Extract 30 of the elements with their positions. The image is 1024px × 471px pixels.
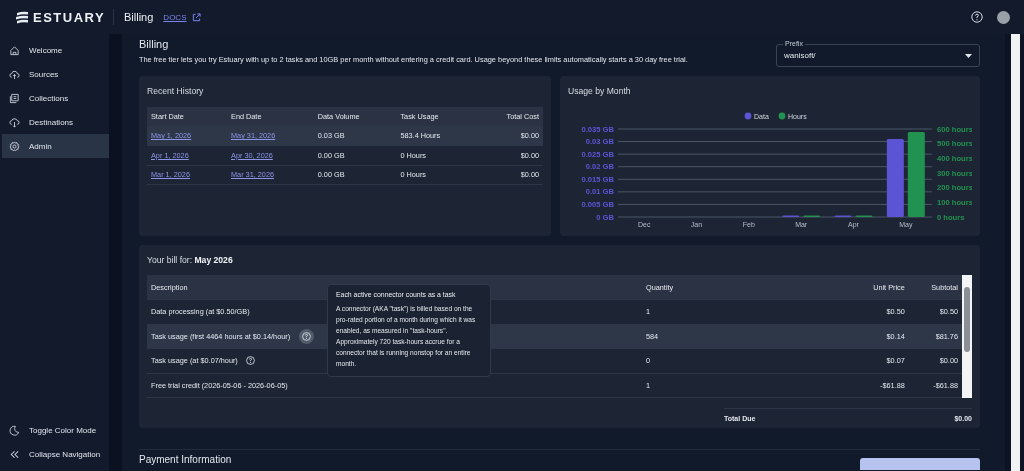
page-heading: Billing [124, 11, 154, 23]
logo-wordmark: ESTUARY [33, 9, 106, 25]
sidebar-action[interactable]: Toggle Color Mode [2, 418, 109, 442]
scrollbar[interactable] [962, 275, 972, 398]
avatar[interactable] [997, 10, 1010, 24]
cloud-download-icon [9, 116, 20, 128]
sidebar-item[interactable]: Destinations [2, 110, 109, 134]
card-title: Usage by Month [568, 86, 632, 96]
double-chevron-left-icon [9, 448, 20, 460]
card-title: Your bill for: May 2026 [147, 255, 234, 265]
moon-icon [9, 424, 20, 436]
help-icon[interactable] [299, 328, 315, 344]
section-title: Payment Information [139, 454, 232, 465]
logo-icon [15, 10, 29, 24]
help-icon[interactable] [971, 11, 983, 23]
section-title: Billing [139, 38, 170, 50]
dropdown-caret-icon [965, 53, 972, 58]
sidebar-item[interactable]: Welcome [2, 38, 109, 62]
page-scrollbar[interactable] [1005, 34, 1024, 471]
home-icon [9, 44, 20, 56]
cloud-upload-icon [9, 68, 20, 80]
docs-link[interactable]: DOCS [163, 12, 187, 22]
sidebar-item[interactable]: Sources [2, 62, 109, 86]
sidebar-item[interactable]: Admin [2, 134, 109, 158]
document-stack-icon [9, 92, 20, 104]
card-title: Recent History [147, 86, 205, 96]
external-link-icon [192, 12, 202, 22]
sidebar-action[interactable]: Collapse Navigation [2, 442, 109, 466]
settings-icon [9, 140, 20, 152]
sidebar-item[interactable]: Collections [2, 86, 109, 110]
